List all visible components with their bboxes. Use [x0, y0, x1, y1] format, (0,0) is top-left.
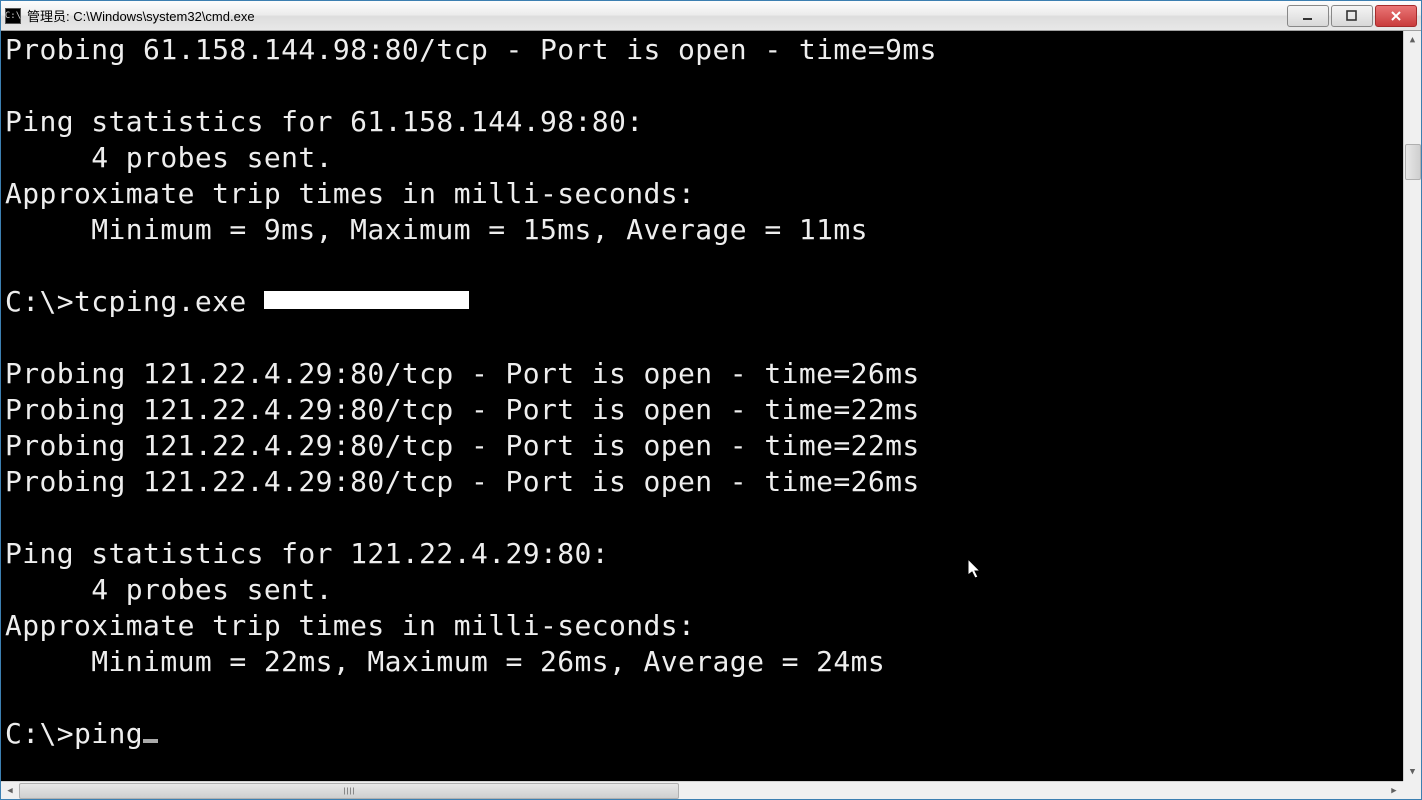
terminal-line — [5, 68, 1399, 104]
window-title: 管理员: C:\Windows\system32\cmd.exe — [27, 6, 1287, 25]
minimize-icon — [1302, 10, 1314, 22]
scroll-down-arrow-icon[interactable]: ▼ — [1404, 763, 1421, 781]
scroll-right-arrow-icon[interactable]: ▶ — [1385, 782, 1403, 799]
window-controls — [1287, 5, 1417, 27]
content-area: Probing 61.158.144.98:80/tcp - Port is o… — [1, 31, 1421, 781]
terminal-line: 4 probes sent. — [5, 140, 1399, 176]
terminal-line: Probing 121.22.4.29:80/tcp - Port is ope… — [5, 428, 1399, 464]
terminal-line: Approximate trip times in milli-seconds: — [5, 608, 1399, 644]
terminal-line: Minimum = 9ms, Maximum = 15ms, Average =… — [5, 212, 1399, 248]
close-button[interactable] — [1375, 5, 1417, 27]
maximize-icon — [1346, 10, 1358, 22]
terminal-line: C:\>tcping.exe — [5, 284, 1399, 320]
terminal-line: Probing 121.22.4.29:80/tcp - Port is ope… — [5, 464, 1399, 500]
scroll-left-arrow-icon[interactable]: ◀ — [1, 782, 19, 799]
bottom-scroll-row: ◀ ▶ — [1, 781, 1421, 799]
terminal-line — [5, 320, 1399, 356]
scrollbar-corner — [1403, 781, 1421, 799]
terminal-line: Ping statistics for 61.158.144.98:80: — [5, 104, 1399, 140]
terminal-line: 4 probes sent. — [5, 572, 1399, 608]
redacted-text — [264, 291, 469, 309]
terminal-line: Probing 121.22.4.29:80/tcp - Port is ope… — [5, 356, 1399, 392]
terminal-line: Probing 121.22.4.29:80/tcp - Port is ope… — [5, 392, 1399, 428]
horizontal-scrollbar[interactable]: ◀ ▶ — [1, 781, 1403, 799]
terminal-line: Minimum = 22ms, Maximum = 26ms, Average … — [5, 644, 1399, 680]
vertical-scrollbar[interactable]: ▲ ▼ — [1403, 31, 1421, 781]
terminal-line: Approximate trip times in milli-seconds: — [5, 176, 1399, 212]
terminal-output[interactable]: Probing 61.158.144.98:80/tcp - Port is o… — [1, 31, 1403, 781]
horizontal-scroll-track[interactable] — [19, 782, 1385, 799]
vertical-scroll-thumb[interactable] — [1405, 144, 1421, 180]
terminal-line — [5, 500, 1399, 536]
maximize-button[interactable] — [1331, 5, 1373, 27]
terminal-line — [5, 248, 1399, 284]
horizontal-scroll-thumb[interactable] — [19, 783, 679, 799]
close-icon — [1390, 10, 1402, 22]
terminal-line — [5, 680, 1399, 716]
terminal-line: C:\>ping — [5, 716, 1399, 752]
text-cursor — [143, 739, 158, 743]
cmd-window: C:\ 管理员: C:\Windows\system32\cmd.exe Pro… — [0, 0, 1422, 800]
terminal-line: Ping statistics for 121.22.4.29:80: — [5, 536, 1399, 572]
vertical-scroll-track[interactable] — [1404, 49, 1421, 763]
titlebar[interactable]: C:\ 管理员: C:\Windows\system32\cmd.exe — [1, 1, 1421, 31]
minimize-button[interactable] — [1287, 5, 1329, 27]
terminal-line: Probing 61.158.144.98:80/tcp - Port is o… — [5, 32, 1399, 68]
scroll-up-arrow-icon[interactable]: ▲ — [1404, 31, 1421, 49]
window-icon: C:\ — [5, 8, 21, 24]
